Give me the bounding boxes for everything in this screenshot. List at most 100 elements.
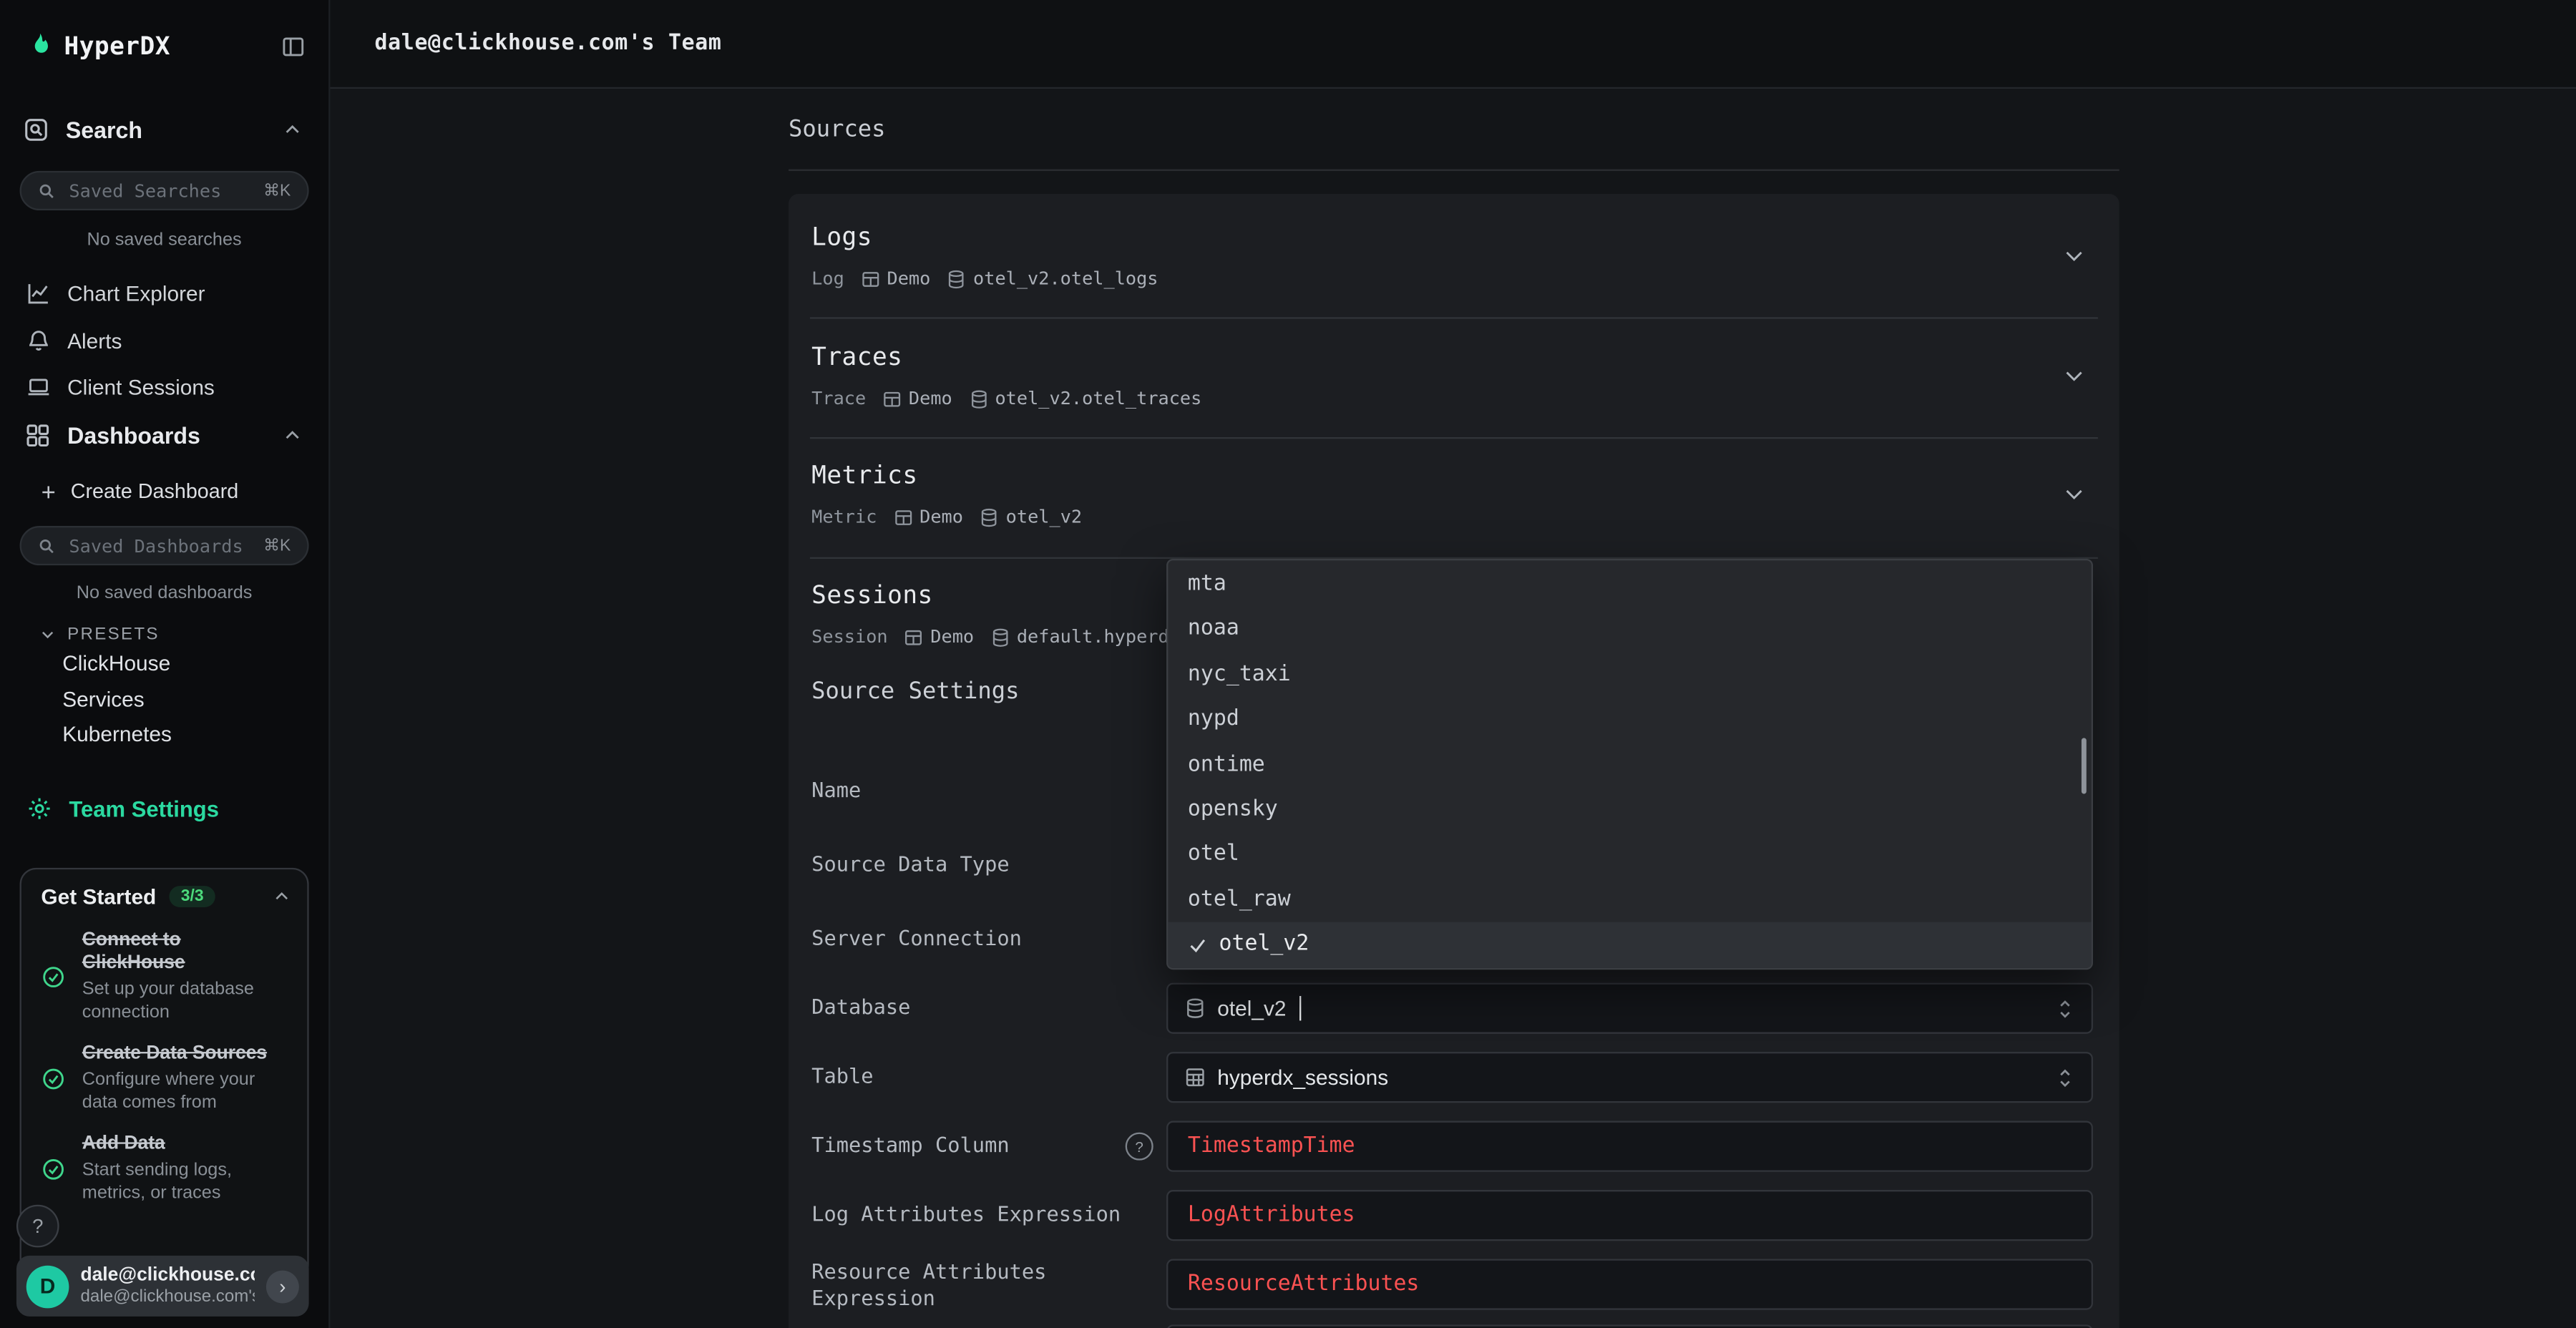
- connection-chip: Demo: [861, 268, 931, 289]
- source-type: Log: [811, 268, 844, 289]
- expand-logs-chevron-down-icon[interactable]: [2062, 243, 2086, 268]
- get-started-items: Connect to ClickHouse Set up your databa…: [41, 929, 297, 1223]
- preset-kubernetes[interactable]: Kubernetes: [62, 721, 172, 746]
- next-field-partial[interactable]: [1166, 1324, 2093, 1328]
- database-select[interactable]: otel_v2: [1166, 983, 2093, 1034]
- get-started-header[interactable]: Get Started 3/3: [41, 884, 291, 909]
- timestamp-column-field[interactable]: [1184, 1133, 2074, 1161]
- chevron-down-icon: [39, 626, 56, 643]
- sidebar-item-alerts[interactable]: Alerts: [0, 321, 328, 360]
- dropdown-option[interactable]: noaa: [1168, 607, 2091, 652]
- dropdown-option[interactable]: nyc_taxi: [1168, 652, 2091, 697]
- dropdown-option-selected[interactable]: otel_v2: [1168, 922, 2091, 967]
- chart-explorer-label: Chart Explorer: [67, 280, 205, 305]
- name-label: Name: [811, 777, 1150, 804]
- saved-dashboards-field[interactable]: [66, 533, 253, 557]
- get-started-title: Get Started: [41, 884, 156, 909]
- get-started-item[interactable]: Add Data Start sending logs, metrics, or…: [41, 1133, 297, 1205]
- connection-chip: Demo: [904, 626, 975, 648]
- database-icon: [947, 269, 967, 289]
- table-icon: [904, 627, 924, 647]
- dropdown-option[interactable]: mta: [1168, 562, 2091, 607]
- chevron-up-icon[interactable]: [273, 887, 291, 905]
- main-content: Sources Logs Log Demo otel_v2.otel_logs: [328, 87, 2576, 1328]
- dropdown-option[interactable]: otel_raw: [1168, 877, 2091, 922]
- saved-dashboards-input[interactable]: ⌘K: [20, 526, 309, 565]
- sidebar-item-client-sessions[interactable]: Client Sessions: [0, 366, 328, 406]
- chevron-right-icon[interactable]: ›: [266, 1269, 299, 1302]
- sidebar: HyperDX Search ⌘K No saved searches: [0, 0, 330, 1328]
- dropdown-option[interactable]: nypd: [1168, 697, 2091, 742]
- no-saved-searches-text: No saved searches: [0, 230, 328, 250]
- dropdown-option[interactable]: otel: [1168, 832, 2091, 877]
- bell-icon: [26, 328, 51, 352]
- timestamp-column-input[interactable]: [1166, 1121, 2093, 1172]
- sidebar-section-search[interactable]: Search: [0, 109, 328, 152]
- check-icon: [1188, 935, 1208, 955]
- get-started-item-desc: Configure where your data comes from: [82, 1068, 283, 1114]
- create-dashboard-button[interactable]: Create Dashboard: [0, 474, 328, 510]
- divider: [789, 170, 2119, 171]
- sidebar-item-chart-explorer[interactable]: Chart Explorer: [0, 273, 328, 312]
- timestamp-help-icon[interactable]: ?: [1126, 1133, 1153, 1161]
- help-button[interactable]: ?: [16, 1205, 59, 1248]
- preset-clickhouse[interactable]: ClickHouse: [62, 651, 170, 675]
- sidebar-section-dashboards[interactable]: Dashboards: [0, 414, 328, 457]
- hyperdx-logo-flame-icon: [26, 32, 51, 60]
- timestamp-column-label: Timestamp Column: [811, 1133, 1150, 1159]
- top-header: dale@clickhouse.com's Team: [328, 0, 2576, 89]
- server-connection-label: Server Connection: [811, 925, 1150, 952]
- presets-toggle[interactable]: PRESETS: [0, 620, 328, 649]
- log-attributes-field[interactable]: [1184, 1201, 2074, 1229]
- select-chevrons-icon[interactable]: [2055, 997, 2075, 1020]
- expand-traces-chevron-down-icon[interactable]: [2062, 363, 2086, 388]
- sidebar-item-team-settings[interactable]: Team Settings: [0, 787, 328, 830]
- search-icon: [38, 537, 56, 555]
- database-icon: [980, 507, 1000, 527]
- resource-attributes-input[interactable]: [1166, 1259, 2093, 1310]
- chevron-up-icon[interactable]: [283, 426, 303, 446]
- source-title-traces: Traces: [811, 342, 902, 371]
- resource-attributes-label: Resource Attributes Expression: [811, 1259, 1150, 1312]
- sidebar-collapse-icon[interactable]: [281, 34, 306, 58]
- target-chip: otel_v2.otel_traces: [969, 388, 1202, 409]
- logo-row: HyperDX: [0, 23, 328, 69]
- source-meta-logs: Log Demo otel_v2.otel_logs: [811, 268, 1158, 289]
- source-title-metrics: Metrics: [811, 460, 917, 489]
- team-title: dale@clickhouse.com's Team: [374, 31, 721, 56]
- connection-chip: Demo: [882, 388, 952, 409]
- table-icon: [861, 269, 881, 289]
- saved-searches-input[interactable]: ⌘K: [20, 171, 309, 210]
- dropdown-option[interactable]: ontime: [1168, 742, 2091, 787]
- get-started-item-desc: Start sending logs, metrics, or traces: [82, 1158, 283, 1204]
- resource-attributes-field[interactable]: [1184, 1271, 2074, 1299]
- source-meta-traces: Trace Demo otel_v2.otel_traces: [811, 388, 1201, 409]
- source-type: Metric: [811, 506, 877, 527]
- team-settings-label: Team Settings: [69, 796, 219, 821]
- database-icon: [1184, 997, 1206, 1019]
- dropdown-option[interactable]: opensky: [1168, 787, 2091, 832]
- no-saved-dashboards-text: No saved dashboards: [0, 583, 328, 603]
- source-title-sessions: Sessions: [811, 580, 933, 610]
- presets-label: PRESETS: [67, 625, 160, 645]
- get-started-item-title: Connect to ClickHouse: [82, 929, 276, 975]
- select-chevrons-icon[interactable]: [2055, 1066, 2075, 1089]
- table-label: Table: [811, 1063, 1150, 1090]
- user-name: dale@clickhouse.com: [80, 1264, 254, 1286]
- preset-services[interactable]: Services: [62, 687, 144, 711]
- dropdown-scrollbar[interactable]: [2082, 738, 2087, 794]
- connection-chip: Demo: [893, 506, 963, 527]
- search-section-label: Search: [66, 117, 142, 143]
- source-type: Session: [811, 626, 887, 648]
- get-started-item[interactable]: Create Data Sources Configure where your…: [41, 1042, 297, 1114]
- get-started-item-title: Create Data Sources: [82, 1042, 276, 1065]
- table-select[interactable]: hyperdx_sessions: [1166, 1052, 2093, 1103]
- get-started-item[interactable]: Connect to ClickHouse Set up your databa…: [41, 929, 297, 1024]
- chevron-up-icon[interactable]: [283, 120, 303, 140]
- chart-line-icon: [26, 280, 51, 305]
- log-attributes-input[interactable]: [1166, 1190, 2093, 1241]
- user-menu[interactable]: D dale@clickhouse.com dale@clickhouse.co…: [16, 1256, 309, 1317]
- table-grid-icon: [1184, 1067, 1206, 1088]
- expand-metrics-chevron-down-icon[interactable]: [2062, 482, 2086, 506]
- saved-searches-field[interactable]: [66, 178, 253, 202]
